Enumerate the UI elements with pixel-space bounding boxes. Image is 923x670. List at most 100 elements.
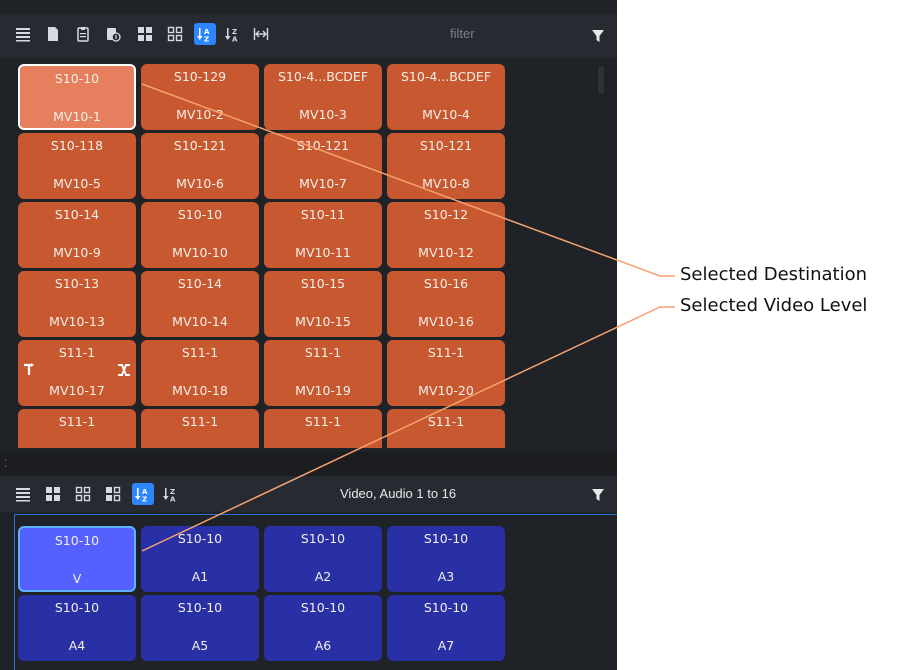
destination-tile[interactable]: S10-4...BCDEF MV10-3 <box>264 64 382 130</box>
medium-tiles-icon[interactable] <box>102 483 124 505</box>
tile-destination-label: MV10-6 <box>176 176 224 191</box>
destination-tile[interactable]: S11-1 MV10-19 <box>264 340 382 406</box>
tile-source-label: S11-1 <box>58 345 96 360</box>
tile-source-label: S10-14 <box>54 207 100 222</box>
levels-selector[interactable]: Video, Audio 1 to 16 <box>340 486 456 501</box>
destination-tile[interactable]: S11-1 <box>18 409 136 448</box>
tile-source-label: S10-4...BCDEF <box>400 69 492 84</box>
tile-level-label: A7 <box>437 638 455 653</box>
level-tile[interactable]: S10-10 A7 <box>387 595 505 661</box>
tile-destination-label: MV10-8 <box>422 176 470 191</box>
fit-width-icon[interactable] <box>250 23 272 45</box>
tile-destination-label: MV10-13 <box>49 314 105 329</box>
funnel-icon[interactable] <box>591 487 605 501</box>
tile-source-label: S10-10 <box>177 207 223 222</box>
destination-tile[interactable]: S10-129 MV10-2 <box>141 64 259 130</box>
destination-tile[interactable]: S11-1 <box>141 409 259 448</box>
scrollbar[interactable] <box>598 66 604 94</box>
destination-tile[interactable]: S11-1 <box>264 409 382 448</box>
clipboard-info-icon[interactable] <box>102 23 124 45</box>
destination-tile[interactable]: S10-14 MV10-14 <box>141 271 259 337</box>
tile-source-label: S10-16 <box>423 276 469 291</box>
destination-tile[interactable]: S10-121 MV10-6 <box>141 133 259 199</box>
clipboard-icon[interactable] <box>72 23 94 45</box>
level-tile[interactable]: S10-10 A6 <box>264 595 382 661</box>
small-tiles-icon[interactable] <box>164 23 186 45</box>
level-tile[interactable]: S10-10 V <box>18 526 136 592</box>
funnel-icon[interactable] <box>591 28 605 42</box>
svg-text:Z: Z <box>204 36 209 43</box>
destination-tile[interactable]: S10-12 MV10-12 <box>387 202 505 268</box>
tile-source-label: S10-121 <box>296 138 350 153</box>
tile-source-label: S10-12 <box>423 207 469 222</box>
level-tile[interactable]: S10-10 A1 <box>141 526 259 592</box>
destination-tile[interactable]: S10-13 MV10-13 <box>18 271 136 337</box>
sort-z-a-icon[interactable]: ZA <box>222 23 244 45</box>
large-tiles-icon[interactable] <box>134 23 156 45</box>
destination-tile[interactable]: S10-16 MV10-16 <box>387 271 505 337</box>
tile-source-label: S10-10 <box>423 600 469 615</box>
tile-source-label: S11-1 <box>427 414 465 429</box>
tile-destination-label: MV10-2 <box>176 107 224 122</box>
tile-destination-label: MV10-4 <box>422 107 470 122</box>
destination-tile[interactable]: S10-10 MV10-10 <box>141 202 259 268</box>
tile-source-label: S11-1 <box>304 414 342 429</box>
levels-toolbar: AZ ZA Video, Audio 1 to 16 <box>0 476 617 512</box>
tile-destination-label: MV10-17 <box>49 383 105 398</box>
tile-source-label: S10-4...BCDEF <box>277 69 369 84</box>
router-panel: AZ ZA filter S10-10 MV10-1 S10-129 MV10-2 S1… <box>0 0 617 670</box>
list-view-icon[interactable] <box>12 23 34 45</box>
tile-destination-label: MV10-1 <box>53 109 101 124</box>
filter-input[interactable]: filter <box>450 26 530 41</box>
tile-source-label: S10-10 <box>423 531 469 546</box>
sort-a-z-icon[interactable]: AZ <box>132 483 154 505</box>
destination-tile[interactable]: S11-1 MV10-20 <box>387 340 505 406</box>
document-icon[interactable] <box>42 23 64 45</box>
panel-splitter[interactable]: · · <box>0 452 617 476</box>
tile-level-label: V <box>72 571 82 586</box>
destination-tile[interactable]: S11-1 <box>387 409 505 448</box>
destination-tile[interactable]: S10-10 MV10-1 <box>18 64 136 130</box>
destinations-toolbar: AZ ZA filter <box>0 14 617 58</box>
tile-level-label: A1 <box>191 569 209 584</box>
tile-source-label: S10-13 <box>54 276 100 291</box>
tile-source-label: S10-121 <box>173 138 227 153</box>
tile-source-label: S10-10 <box>300 531 346 546</box>
tile-source-label: S11-1 <box>181 414 219 429</box>
tile-destination-label: MV10-18 <box>172 383 228 398</box>
splitter-grip-icon[interactable]: · · <box>4 457 7 473</box>
tile-destination-label: MV10-14 <box>172 314 228 329</box>
destination-tile[interactable]: S10-121 MV10-7 <box>264 133 382 199</box>
svg-text:Z: Z <box>142 496 147 503</box>
destination-tile[interactable]: S10-15 MV10-15 <box>264 271 382 337</box>
destination-grid: S10-10 MV10-1 S10-129 MV10-2 S10-4...BCDEF MV… <box>18 64 514 448</box>
tile-source-label: S10-10 <box>54 71 100 86</box>
large-tiles-icon[interactable] <box>42 483 64 505</box>
sort-z-a-icon[interactable]: ZA <box>160 483 182 505</box>
small-tiles-icon[interactable] <box>72 483 94 505</box>
level-tile[interactable]: S10-10 A5 <box>141 595 259 661</box>
tile-destination-label: MV10-9 <box>53 245 101 260</box>
tile-destination-label: MV10-7 <box>299 176 347 191</box>
breakaway-icon <box>116 362 132 378</box>
tile-source-label: S11-1 <box>58 414 96 429</box>
sort-a-z-icon[interactable]: AZ <box>194 23 216 45</box>
tile-source-label: S11-1 <box>304 345 342 360</box>
tie-icon <box>22 362 38 378</box>
svg-text:A: A <box>170 496 176 503</box>
destination-tile[interactable]: S11-1 MV10-18 <box>141 340 259 406</box>
selected-video-level-callout: Selected Video Level <box>680 295 868 316</box>
destination-tile[interactable]: S10-118 MV10-5 <box>18 133 136 199</box>
level-tile[interactable]: S10-10 A3 <box>387 526 505 592</box>
destination-tile[interactable]: S10-121 MV10-8 <box>387 133 505 199</box>
level-tile[interactable]: S10-10 A4 <box>18 595 136 661</box>
destination-tile[interactable]: S10-4...BCDEF MV10-4 <box>387 64 505 130</box>
tile-source-label: S10-10 <box>54 533 100 548</box>
level-tile[interactable]: S10-10 A2 <box>264 526 382 592</box>
destination-tile[interactable]: S10-14 MV10-9 <box>18 202 136 268</box>
tile-source-label: S11-1 <box>427 345 465 360</box>
destination-tile[interactable]: S10-11 MV10-11 <box>264 202 382 268</box>
list-view-icon[interactable] <box>12 483 34 505</box>
tile-level-label: A2 <box>314 569 332 584</box>
destination-tile[interactable]: S11-1 MV10-17 <box>18 340 136 406</box>
